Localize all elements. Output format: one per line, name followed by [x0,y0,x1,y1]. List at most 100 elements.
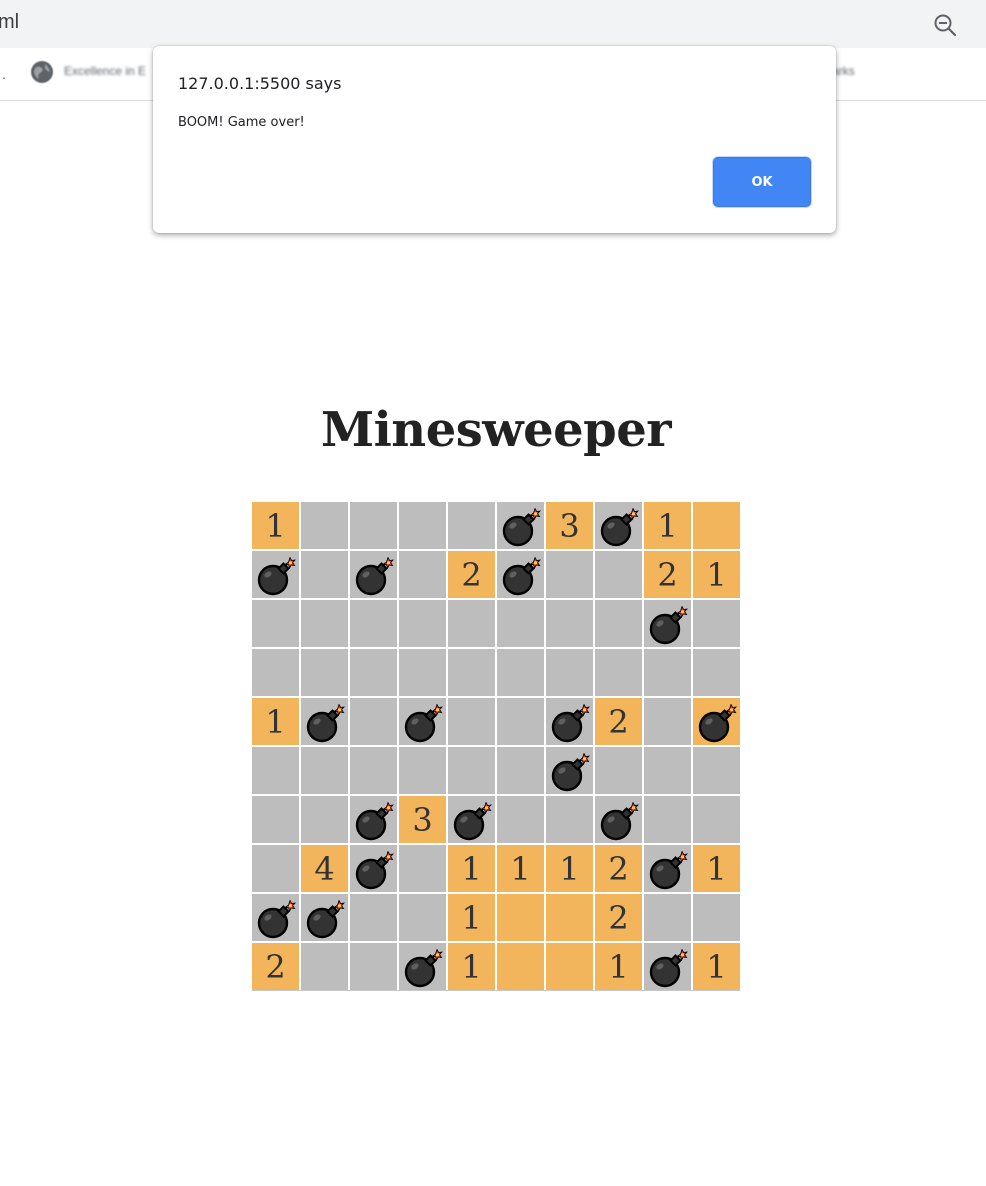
cell-hidden[interactable] [595,551,642,598]
cell-hidden[interactable] [399,551,446,598]
cell-bomb[interactable] [350,551,397,598]
cell-hidden[interactable] [644,796,691,843]
cell-revealed[interactable]: 2 [595,894,642,941]
cell-bomb[interactable] [595,502,642,549]
cell-bomb[interactable] [497,551,544,598]
cell-hidden[interactable] [350,600,397,647]
cell-hidden[interactable] [350,502,397,549]
cell-bomb[interactable] [644,600,691,647]
cell-bomb[interactable] [595,796,642,843]
cell-bomb[interactable] [399,698,446,745]
cell-hidden[interactable] [595,747,642,794]
cell-revealed[interactable] [546,943,593,990]
cell-hidden[interactable] [252,845,299,892]
cell-hidden[interactable] [448,600,495,647]
cell-hidden[interactable] [448,747,495,794]
cell-hidden[interactable] [350,747,397,794]
cell-hidden[interactable] [252,600,299,647]
cell-hidden[interactable] [448,649,495,696]
cell-hidden[interactable] [644,747,691,794]
cell-hidden[interactable] [301,747,348,794]
cell-hidden[interactable] [301,502,348,549]
cell-revealed[interactable]: 1 [546,845,593,892]
cell-revealed[interactable]: 1 [693,845,740,892]
cell-revealed[interactable]: 1 [497,845,544,892]
ok-button[interactable]: OK [713,157,811,207]
cell-hidden[interactable] [546,551,593,598]
cell-hidden[interactable] [595,600,642,647]
cell-bomb[interactable] [252,894,299,941]
cell-revealed[interactable]: 3 [399,796,446,843]
cell-hidden[interactable] [497,600,544,647]
cell-hidden[interactable] [497,698,544,745]
cell-hidden[interactable] [644,698,691,745]
cell-hidden[interactable] [693,894,740,941]
cell-hidden[interactable] [497,747,544,794]
cell-bomb[interactable] [546,747,593,794]
cell-hidden[interactable] [399,845,446,892]
browser-menu-icon[interactable]: ⋮ [979,13,986,33]
cell-bomb[interactable] [546,698,593,745]
cell-bomb[interactable] [399,943,446,990]
cell-revealed[interactable]: 4 [301,845,348,892]
cell-hidden[interactable] [301,649,348,696]
cell-hidden[interactable] [693,600,740,647]
cell-revealed[interactable]: 2 [595,698,642,745]
cell-revealed[interactable] [497,943,544,990]
cell-hidden[interactable] [693,649,740,696]
cell-hidden[interactable] [546,649,593,696]
cell-revealed[interactable]: 1 [448,943,495,990]
cell-bomb[interactable] [644,845,691,892]
bookmark-item[interactable]: Excellence in E [64,64,146,78]
cell-revealed[interactable]: 2 [644,551,691,598]
cell-hidden[interactable] [693,796,740,843]
cell-revealed[interactable] [693,502,740,549]
address-bar[interactable]: ml ⋮ [0,0,986,48]
cell-hidden[interactable] [350,698,397,745]
cell-bomb[interactable] [252,551,299,598]
cell-hidden[interactable] [301,796,348,843]
cell-hidden[interactable] [399,649,446,696]
cell-revealed[interactable]: 1 [693,551,740,598]
cell-bomb[interactable] [301,698,348,745]
cell-revealed[interactable]: 1 [252,698,299,745]
cell-hidden[interactable] [399,600,446,647]
cell-hidden[interactable] [350,649,397,696]
cell-bomb[interactable] [301,894,348,941]
cell-revealed[interactable]: 1 [252,502,299,549]
cell-revealed[interactable]: 2 [595,845,642,892]
cell-revealed[interactable]: 1 [448,845,495,892]
zoom-out-icon[interactable] [932,12,958,38]
cell-hidden[interactable] [448,502,495,549]
cell-hidden[interactable] [350,894,397,941]
cell-revealed[interactable]: 1 [644,502,691,549]
cell-bomb[interactable] [350,796,397,843]
cell-hidden[interactable] [644,894,691,941]
cell-hidden[interactable] [497,649,544,696]
cell-hidden[interactable] [497,796,544,843]
cell-hidden[interactable] [399,747,446,794]
cell-revealed[interactable] [497,894,544,941]
url-text[interactable]: ml [0,11,19,34]
cell-hidden[interactable] [546,600,593,647]
globe-icon[interactable] [30,60,54,84]
cell-hidden[interactable] [644,649,691,696]
cell-bomb[interactable] [350,845,397,892]
cell-hidden[interactable] [252,649,299,696]
cell-bomb[interactable] [448,796,495,843]
cell-revealed[interactable]: 2 [448,551,495,598]
cell-revealed[interactable]: 1 [448,894,495,941]
cell-revealed[interactable]: 2 [252,943,299,990]
cell-bomb[interactable] [497,502,544,549]
cell-hidden[interactable] [252,747,299,794]
cell-revealed[interactable]: 1 [595,943,642,990]
cell-revealed[interactable]: 3 [546,502,593,549]
cell-hidden[interactable] [301,551,348,598]
cell-bomb[interactable] [644,943,691,990]
cell-revealed[interactable] [546,894,593,941]
cell-hidden[interactable] [693,747,740,794]
cell-hidden[interactable] [301,600,348,647]
cell-hidden[interactable] [252,796,299,843]
cell-hidden[interactable] [448,698,495,745]
cell-hidden[interactable] [546,796,593,843]
